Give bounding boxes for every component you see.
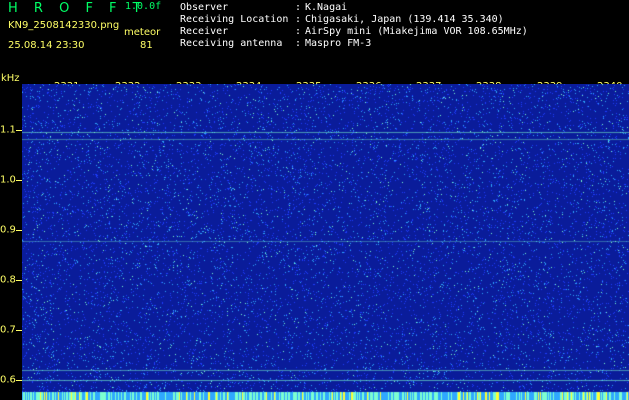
y-tick-label: 1.1 — [0, 124, 16, 136]
meteor-count: 81 — [140, 40, 153, 51]
meteor-label: meteor — [124, 27, 161, 38]
spectrogram-canvas — [22, 84, 629, 400]
y-tick-label: 0.7 — [0, 324, 16, 336]
version-label: 1.0.0f — [125, 1, 162, 12]
info-label-location: Receiving Location — [180, 14, 289, 25]
info-sep: : — [295, 26, 302, 37]
timestamp: 25.08.14 23:30 — [8, 40, 85, 51]
info-value-receiver: AirSpy mini (Miakejima VOR 108.65MHz) — [305, 26, 528, 37]
info-value-location: Chigasaki, Japan (139.414 35.340) — [305, 14, 504, 25]
info-sep: : — [295, 2, 302, 13]
image-filename: KN9_2508142330.png — [8, 20, 120, 31]
info-sep: : — [295, 14, 302, 25]
info-value-observer: K.Nagai — [305, 2, 348, 13]
y-axis-unit: kHz — [1, 73, 20, 84]
info-label-observer: Observer — [180, 2, 229, 13]
info-value-antenna: Maspro FM-3 — [305, 38, 372, 49]
info-label-antenna: Receiving antenna — [180, 38, 283, 49]
y-tick-label: 0.9 — [0, 224, 16, 236]
y-tick-label: 1.0 — [0, 174, 16, 186]
info-label-receiver: Receiver — [180, 26, 229, 37]
y-tick-label: 0.6 — [0, 374, 16, 386]
y-tick-label: 0.8 — [0, 274, 16, 286]
spectrogram — [22, 84, 629, 400]
info-sep: : — [295, 38, 302, 49]
